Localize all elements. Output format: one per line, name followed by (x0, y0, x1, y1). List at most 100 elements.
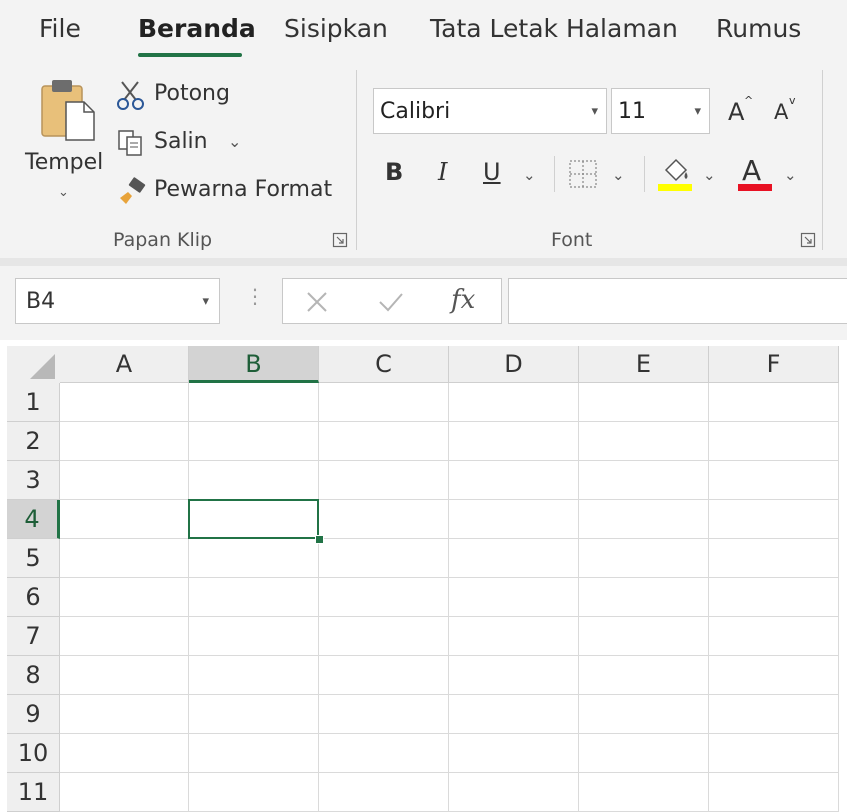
font-size-select[interactable]: 11 ▾ (611, 88, 710, 134)
cell-d11[interactable] (449, 773, 579, 812)
chevron-down-icon[interactable]: ⌄ (523, 166, 536, 184)
enter-icon[interactable] (378, 290, 404, 314)
italic-button[interactable]: I (438, 158, 447, 186)
row-header-9[interactable]: 9 (7, 695, 60, 734)
cell-f3[interactable] (709, 461, 839, 500)
cell-d1[interactable] (449, 383, 579, 422)
cell-b6[interactable] (189, 578, 319, 617)
cell-c5[interactable] (319, 539, 449, 578)
dialog-launcher-icon[interactable] (332, 232, 348, 248)
copy-button[interactable]: Salin ⌄ (116, 126, 256, 160)
cell-e6[interactable] (579, 578, 709, 617)
tab-beranda[interactable]: Beranda (138, 14, 256, 43)
chevron-down-icon[interactable]: ⌄ (228, 132, 241, 152)
font-name-select[interactable]: Calibri ▾ (373, 88, 607, 134)
chevron-down-icon[interactable]: ⌄ (612, 166, 625, 184)
row-header-3[interactable]: 3 (7, 461, 60, 500)
cell-d10[interactable] (449, 734, 579, 773)
cell-a1[interactable] (60, 383, 189, 422)
select-all-button[interactable] (7, 346, 60, 383)
cell-c8[interactable] (319, 656, 449, 695)
cell-b8[interactable] (189, 656, 319, 695)
insert-function-icon[interactable]: fx (451, 285, 475, 315)
chevron-down-icon[interactable]: ⌄ (703, 166, 716, 184)
cell-e9[interactable] (579, 695, 709, 734)
row-header-4[interactable]: 4 (7, 500, 60, 539)
cell-d7[interactable] (449, 617, 579, 656)
cell-a4[interactable] (60, 500, 189, 539)
cell-d3[interactable] (449, 461, 579, 500)
row-header-7[interactable]: 7 (7, 617, 60, 656)
cell-a2[interactable] (60, 422, 189, 461)
cell-f5[interactable] (709, 539, 839, 578)
borders-icon[interactable] (568, 159, 598, 189)
fill-handle[interactable] (315, 535, 324, 544)
cell-c6[interactable] (319, 578, 449, 617)
cell-c1[interactable] (319, 383, 449, 422)
cell-a9[interactable] (60, 695, 189, 734)
grip-icon[interactable]: ⋮ (245, 284, 265, 308)
row-header-1[interactable]: 1 (7, 383, 60, 422)
tab-rumus[interactable]: Rumus (716, 14, 801, 43)
cell-f10[interactable] (709, 734, 839, 773)
cell-f8[interactable] (709, 656, 839, 695)
cell-d6[interactable] (449, 578, 579, 617)
cell-e2[interactable] (579, 422, 709, 461)
row-header-10[interactable]: 10 (7, 734, 60, 773)
row-header-5[interactable]: 5 (7, 539, 60, 578)
cell-a5[interactable] (60, 539, 189, 578)
cell-b7[interactable] (189, 617, 319, 656)
cell-b11[interactable] (189, 773, 319, 812)
cell-a7[interactable] (60, 617, 189, 656)
cell-f7[interactable] (709, 617, 839, 656)
cell-d5[interactable] (449, 539, 579, 578)
cell-b2[interactable] (189, 422, 319, 461)
cell-b10[interactable] (189, 734, 319, 773)
column-header-e[interactable]: E (579, 346, 709, 383)
fill-color-icon[interactable] (658, 156, 692, 192)
bold-button[interactable]: B (385, 158, 403, 186)
chevron-down-icon[interactable]: ⌄ (784, 166, 797, 184)
cell-e7[interactable] (579, 617, 709, 656)
cell-d4[interactable] (449, 500, 579, 539)
cell-c4[interactable] (319, 500, 449, 539)
cell-b9[interactable] (189, 695, 319, 734)
cell-e11[interactable] (579, 773, 709, 812)
column-header-b[interactable]: B (189, 346, 319, 383)
cell-c7[interactable] (319, 617, 449, 656)
cell-f9[interactable] (709, 695, 839, 734)
cell-f1[interactable] (709, 383, 839, 422)
active-cell-border[interactable] (188, 499, 319, 539)
cell-b3[interactable] (189, 461, 319, 500)
cell-c10[interactable] (319, 734, 449, 773)
cell-f11[interactable] (709, 773, 839, 812)
row-header-6[interactable]: 6 (7, 578, 60, 617)
tab-tata-letak-halaman[interactable]: Tata Letak Halaman (430, 14, 678, 43)
cell-c2[interactable] (319, 422, 449, 461)
name-box[interactable]: B4 ▾ (15, 278, 220, 324)
cell-d8[interactable] (449, 656, 579, 695)
cell-a3[interactable] (60, 461, 189, 500)
cell-c11[interactable] (319, 773, 449, 812)
cell-f4[interactable] (709, 500, 839, 539)
column-header-d[interactable]: D (449, 346, 579, 383)
cell-e4[interactable] (579, 500, 709, 539)
row-header-11[interactable]: 11 (7, 773, 60, 812)
cell-f2[interactable] (709, 422, 839, 461)
tab-file[interactable]: File (39, 14, 81, 43)
tab-sisipkan[interactable]: Sisipkan (284, 14, 388, 43)
cell-e8[interactable] (579, 656, 709, 695)
cell-c9[interactable] (319, 695, 449, 734)
cell-d2[interactable] (449, 422, 579, 461)
paste-button[interactable]: Tempel ⌄ (22, 74, 108, 204)
cell-e1[interactable] (579, 383, 709, 422)
format-painter-button[interactable]: Pewarna Format (116, 174, 336, 208)
increase-font-size-button[interactable]: A ^ (726, 94, 756, 130)
dialog-launcher-icon[interactable] (800, 232, 816, 248)
formula-input[interactable] (508, 278, 847, 324)
cell-f6[interactable] (709, 578, 839, 617)
cell-e3[interactable] (579, 461, 709, 500)
column-header-c[interactable]: C (319, 346, 449, 383)
cell-c3[interactable] (319, 461, 449, 500)
cell-a6[interactable] (60, 578, 189, 617)
